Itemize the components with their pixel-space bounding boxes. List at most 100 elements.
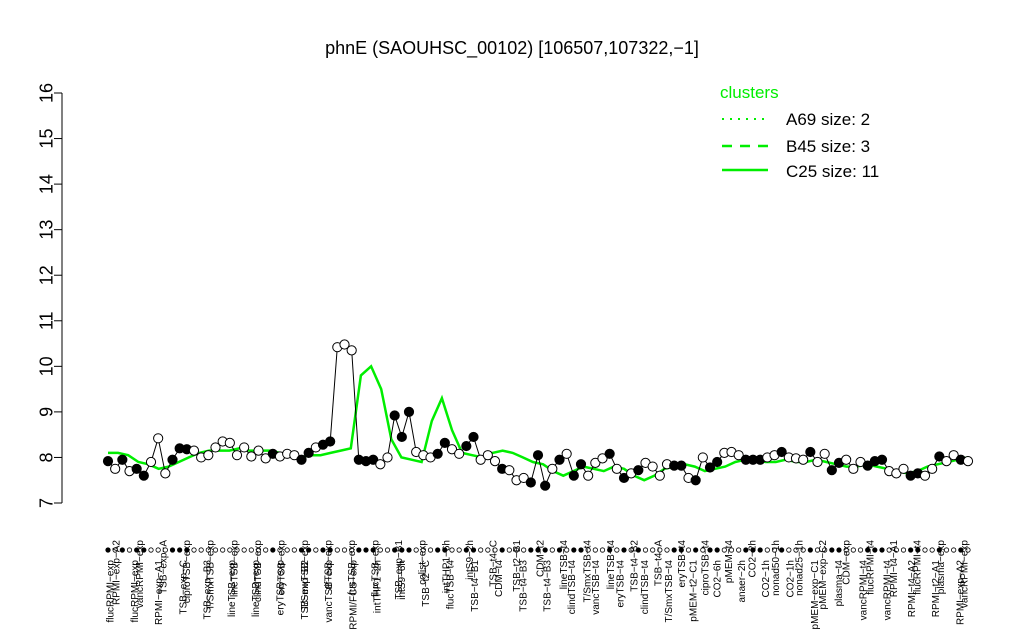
rug-mark <box>571 547 577 553</box>
data-point <box>819 448 830 459</box>
data-point <box>876 454 888 465</box>
data-point <box>375 459 386 470</box>
data-point <box>690 475 701 486</box>
rug-mark <box>291 547 297 553</box>
data-point <box>325 436 336 447</box>
x-axis: RPMI−exp−A2 vancRPMI−exp TSB−exp−A ciproTSB… <box>105 540 971 630</box>
data-point <box>611 463 622 474</box>
x-tick-label: CO2−2h <box>748 540 759 578</box>
legend-title: clusters <box>720 83 779 102</box>
data-point <box>712 456 723 468</box>
x-tick-label: nonad50−1h <box>771 540 782 596</box>
data-point <box>568 470 579 481</box>
data-point <box>676 460 687 471</box>
x-tick-label: RPMI−t4−A2 <box>907 560 918 618</box>
rug-mark <box>334 547 340 553</box>
data-point <box>461 440 472 452</box>
rug-mark <box>456 547 462 553</box>
x-tick-label: flucRPMI−exp <box>130 560 141 623</box>
rug-mark <box>736 547 742 553</box>
data-point <box>188 445 200 456</box>
data-point <box>203 450 214 461</box>
rug-mark <box>786 547 792 553</box>
data-point <box>102 455 114 467</box>
data-point <box>396 431 407 443</box>
rug-mark <box>642 547 649 553</box>
x-tick-label: RPMI−exp−A2 <box>956 560 967 625</box>
x-tick-label: TSB−t4−A <box>653 540 664 586</box>
data-point <box>110 463 121 474</box>
data-point <box>647 461 658 472</box>
x-tick-label: anaer−2h <box>737 560 748 603</box>
data-point <box>403 406 415 417</box>
data-point <box>633 465 644 476</box>
rug-mark <box>592 547 598 553</box>
rug-mark <box>951 547 957 553</box>
x-tick-label: RPMI/FCS−exp <box>348 560 359 630</box>
rug-mark <box>384 547 391 553</box>
data-point <box>131 463 142 474</box>
rug-mark <box>922 547 928 553</box>
y-tick-label: 10 <box>36 356 56 376</box>
x-tick-label: vancRPMI−t4 <box>858 560 869 621</box>
data-point <box>962 455 974 467</box>
x-tick-label: TSB−t4−B3 <box>543 560 554 612</box>
rug-mark <box>528 547 534 553</box>
rug-mark <box>879 547 885 553</box>
rug-mark <box>427 547 434 553</box>
x-tick-label: plasma−t4 <box>834 560 845 607</box>
data-point <box>697 452 708 463</box>
x-tick-label: TSB−exp−B2 <box>300 560 311 620</box>
x-tick-label: flucTSB−t4 <box>446 560 457 610</box>
x-tick-label: CO2−1h <box>786 560 797 598</box>
rug-mark <box>714 547 720 553</box>
data-point <box>898 463 909 474</box>
data-point <box>654 470 665 481</box>
data-point <box>798 454 809 465</box>
x-tick-label: vancTSB−t4 <box>591 560 602 615</box>
legend: clusters A69 size: 2 B45 size: 3 C25 siz… <box>720 83 879 181</box>
rug-mark <box>857 547 864 553</box>
rug-mark <box>198 547 204 553</box>
data-point <box>224 437 235 448</box>
rug-mark <box>829 547 835 553</box>
data-point <box>253 445 264 456</box>
x-tick-label: CO2−6h <box>713 560 724 598</box>
rug-mark <box>177 547 183 553</box>
rug-mark <box>900 547 907 553</box>
x-tick-label: TSB−exp−C <box>178 560 189 614</box>
data-point <box>489 455 501 467</box>
x-tick-label: TSB−t2−C <box>421 560 432 607</box>
data-point <box>153 433 164 444</box>
data-point <box>117 454 128 465</box>
y-tick-label: 9 <box>36 407 56 417</box>
x-tick-label: RPMI−exp−A1 <box>154 560 165 625</box>
y-tick-label: 12 <box>36 265 56 285</box>
rug-mark <box>621 547 627 553</box>
rug-mark <box>478 547 484 553</box>
data-point <box>432 448 443 459</box>
data-point <box>927 463 938 474</box>
y-tick-label: 16 <box>36 83 56 103</box>
x-tick-label: lineTSB−exp <box>251 560 262 617</box>
rug-mark <box>105 547 111 553</box>
x-tick-label: TSB−t4−B1 <box>470 560 481 612</box>
x-tick-label: flucRPMI−exp <box>106 560 117 623</box>
rug-mark <box>693 547 699 553</box>
rug-mark <box>363 547 369 553</box>
y-tick-label: 13 <box>36 220 56 240</box>
x-tick-label: eryTSB−t4 <box>677 540 688 588</box>
rug-mark <box>220 547 226 553</box>
legend-label-c25: C25 size: 11 <box>786 162 879 181</box>
data-point <box>841 454 852 465</box>
data-point <box>454 448 465 459</box>
rug-mark <box>929 547 935 553</box>
data-point <box>382 452 393 463</box>
data-point <box>160 468 171 479</box>
rug-mark <box>341 547 348 553</box>
x-tick-label: RPMI−t2−A1 <box>931 560 942 618</box>
x-tick-label: ciproTSB−t4 <box>700 540 711 596</box>
rug-mark <box>270 547 276 553</box>
data-point <box>346 345 357 356</box>
rug-mark <box>757 547 763 553</box>
